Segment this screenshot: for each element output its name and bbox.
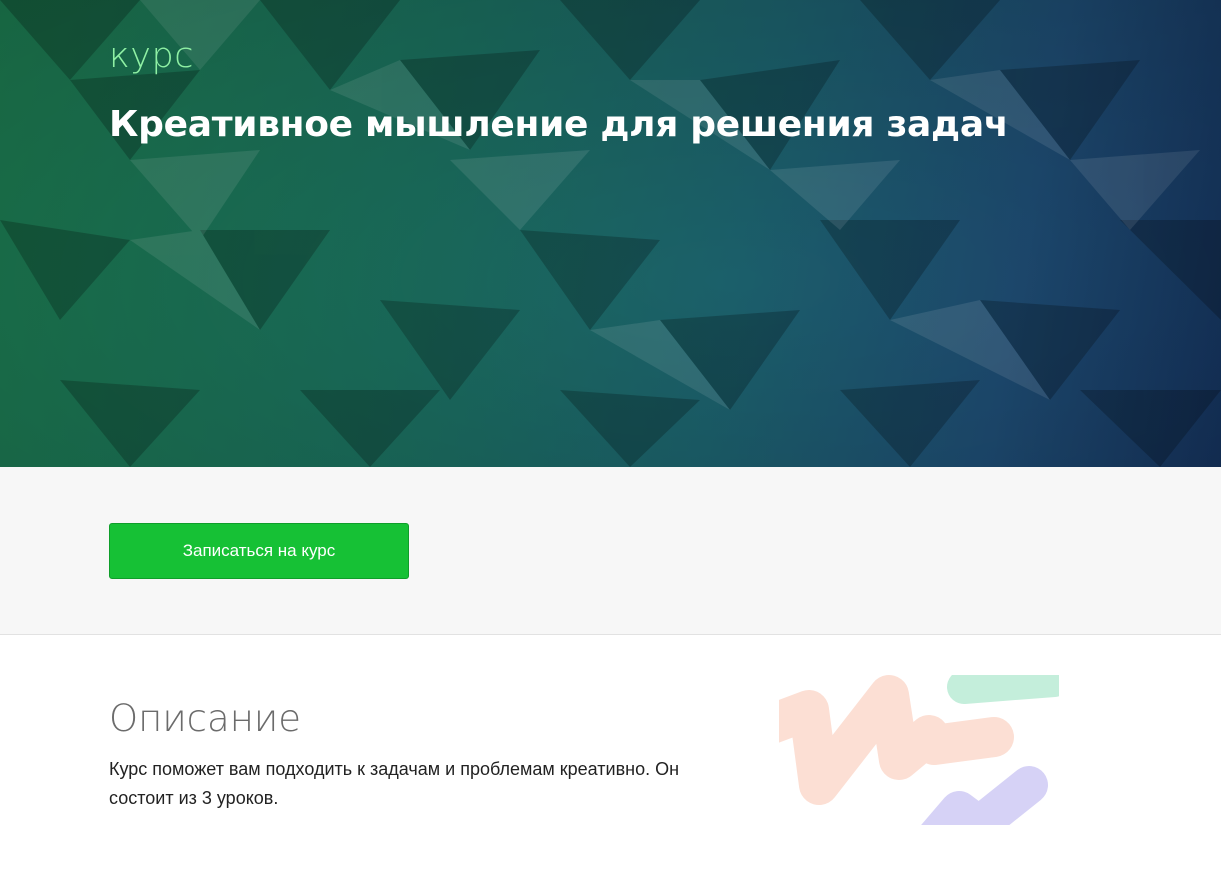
description-heading: Описание — [109, 697, 302, 740]
course-title: Креативное мышление для решения задач — [109, 104, 1009, 145]
description-text: Курс поможет вам подходить к задачам и п… — [109, 759, 680, 808]
course-hero-banner: курс Креативное мышление для решения зад… — [0, 0, 1221, 467]
decorative-brush-strokes-illustration — [779, 675, 1059, 825]
course-type-label: курс — [109, 36, 194, 76]
enroll-section: Записаться на курс — [0, 467, 1221, 635]
enroll-button[interactable]: Записаться на курс — [109, 523, 409, 579]
